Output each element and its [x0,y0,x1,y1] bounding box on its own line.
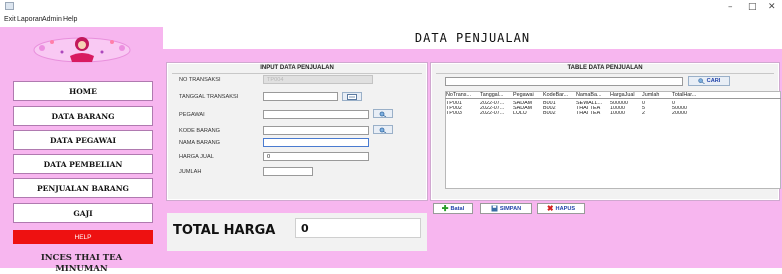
kode-barang-label: KODE BARANG [179,128,221,134]
menu-help[interactable]: Help [63,16,77,23]
cell-totalharga: 20000 [672,111,687,116]
brand-name: INCES THAI TEA [40,253,123,263]
sidebar: HOME DATA BARANG DATA PEGAWAI DATA PEMBE… [0,27,163,274]
total-harga-value: 0 [295,218,421,238]
no-transaksi-field[interactable]: TP004 [263,75,373,84]
main-content: INPUT DATA PENJUALAN NO TRANSAKSI TP004 … [163,49,782,268]
nav-home-button[interactable]: HOME [13,81,153,101]
harga-jual-label: HARGA JUAL [179,154,214,160]
no-transaksi-label: NO TRANSAKSI [179,77,221,83]
menu-laporan[interactable]: Laporan [17,16,43,23]
brand-logo-image [33,37,131,63]
java-app-icon [5,2,14,10]
cell-namabarang: THAI TEA [576,111,601,116]
pegawai-lookup-button[interactable] [373,109,393,118]
pegawai-label: PEGAWAI [179,112,205,118]
total-harga-label: TOTAL HARGA [173,223,276,238]
jumlah-field[interactable] [263,167,313,176]
cell-tanggal: 2022-07... [480,111,505,116]
search-input[interactable] [445,77,683,86]
date-picker-button[interactable] [342,92,362,101]
col-header-jumlah[interactable]: Jumlah [641,92,671,98]
nama-barang-field[interactable] [263,138,369,147]
nav-data-pegawai-button[interactable]: DATA PEGAWAI [13,130,153,150]
table-panel-divider [436,73,774,74]
maximize-button[interactable]: □ [748,2,757,12]
cell-kodebarang: B002 [543,111,556,116]
nav-data-pembelian-button[interactable]: DATA PEMBELIAN [13,154,153,174]
table-header: NoTrans... Tanggal... Pegawai KodeBar...… [445,92,781,99]
col-header-kodebarang[interactable]: KodeBar... [542,92,575,98]
table-panel-title: TABLE DATA PENJUALAN [567,65,643,71]
page-title: DATA PENJUALAN [414,31,531,45]
nav-gaji-button[interactable]: GAJI [13,203,153,223]
kode-barang-field[interactable] [263,126,369,135]
brand-tagline: MINUMAN [55,264,108,274]
input-panel-divider [172,73,422,74]
minimize-button[interactable]: – [728,2,733,12]
table-panel: TABLE DATA PENJUALAN CARI NoTrans... Tan… [430,62,781,201]
simpan-button[interactable]: SIMPAN [480,203,532,214]
nav-penjualan-barang-button[interactable]: PENJUALAN BARANG [13,178,153,198]
col-header-namabarang[interactable]: NamaBa... [575,92,609,98]
input-panel: INPUT DATA PENJUALAN NO TRANSAKSI TP004 … [166,62,428,201]
hapus-button-label: HAPUS [555,205,576,212]
lookup-icon [379,111,387,117]
close-button[interactable]: ✕ [768,2,776,12]
tanggal-transaksi-field[interactable] [263,92,338,101]
input-panel-title: INPUT DATA PENJUALAN [260,65,334,71]
page-header: DATA PENJUALAN [163,27,782,49]
col-header-totalharga[interactable]: TotalHar... [671,92,705,98]
delete-x-icon: ✖ [546,203,554,213]
calendar-icon [347,93,357,100]
menu-exit[interactable]: Exit [4,16,16,23]
col-header-notrans[interactable]: NoTrans... [445,92,479,98]
cell-notrans: TP003 [446,111,462,116]
kode-barang-lookup-button[interactable] [373,125,393,134]
cell-hargajual: 10000 [610,111,625,116]
nama-barang-label: NAMA BARANG [179,140,221,146]
window-titlebar: – □ ✕ [0,0,782,14]
batal-button[interactable]: ✚ Batal [433,203,473,214]
lookup-icon [379,127,387,133]
table-row[interactable]: TP003 2022-07... LULU B002 THAI TEA 1000… [445,111,781,116]
total-harga-panel: TOTAL HARGA 0 [167,213,427,251]
cell-jumlah: 2 [642,111,645,116]
col-header-tanggal[interactable]: Tanggal... [479,92,512,98]
cari-button[interactable]: CARI [688,76,730,86]
cari-button-label: CARI [706,78,721,84]
simpan-button-label: SIMPAN [499,205,522,212]
jumlah-label: JUMLAH [179,169,202,175]
menu-bar: Exit Laporan Admin Help [0,14,782,26]
harga-jual-field[interactable]: 0 [263,152,369,161]
cell-pegawai: LULU [513,111,527,116]
hapus-button[interactable]: ✖ HAPUS [537,203,585,214]
floppy-disk-icon [491,205,498,212]
search-icon [698,78,705,84]
menu-admin[interactable]: Admin [42,16,62,23]
col-header-pegawai[interactable]: Pegawai [512,92,542,98]
plus-icon: ✚ [441,203,449,213]
pegawai-field[interactable] [263,110,369,119]
batal-button-label: Batal [450,205,465,212]
nav-data-barang-button[interactable]: DATA BARANG [13,106,153,126]
tanggal-transaksi-label: TANGGAL TRANSAKSI [179,94,239,100]
help-button[interactable]: HELP [13,230,153,244]
col-header-hargajual[interactable]: HargaJual [609,92,641,98]
